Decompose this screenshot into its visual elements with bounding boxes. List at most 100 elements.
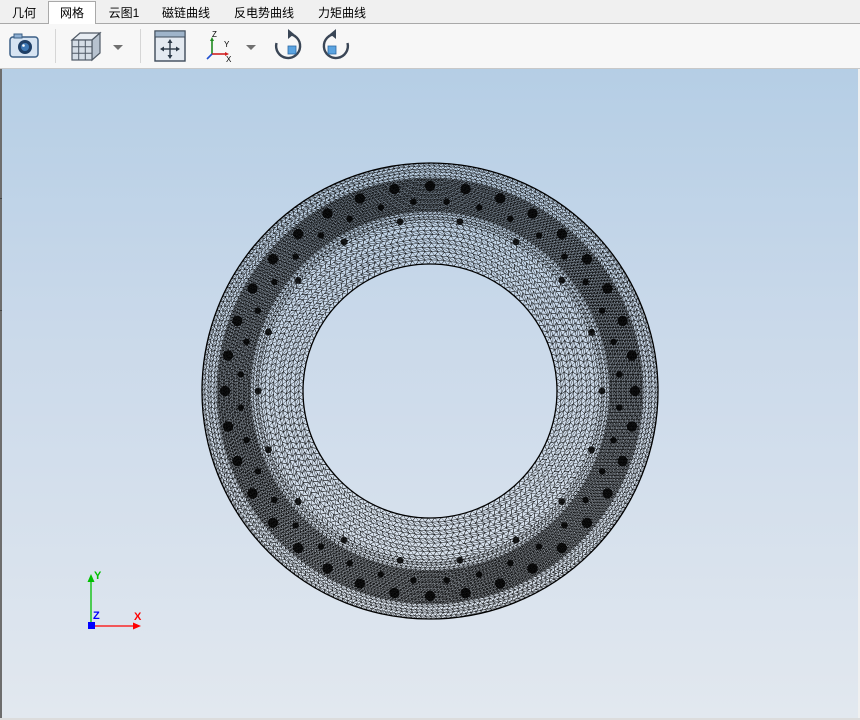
cube-view-icon <box>70 31 102 62</box>
toolbar-separator <box>55 29 56 63</box>
mesh-ring <box>252 213 608 569</box>
dense-mesh-cluster <box>219 385 231 397</box>
mesh-ring <box>242 203 618 579</box>
dense-mesh-cluster <box>535 543 543 550</box>
dense-mesh-cluster <box>389 587 400 599</box>
mesh-edges <box>277 238 583 544</box>
z-axis-label: Z <box>93 610 100 622</box>
rotate-clockwise-icon <box>274 29 302 60</box>
screenshot-button[interactable] <box>6 28 42 64</box>
mesh-ring <box>277 238 583 544</box>
rotate-counterclockwise-button[interactable] <box>318 28 354 64</box>
dense-mesh-cluster <box>294 277 302 284</box>
mesh-ring <box>273 234 587 548</box>
view-mode-dropdown[interactable] <box>112 41 124 51</box>
tab-flux-linkage-curve[interactable]: 磁链曲线 <box>154 2 218 24</box>
rotate-counterclockwise-icon <box>322 29 350 60</box>
dense-mesh-cluster <box>556 542 567 554</box>
view-toolbar: Z Y X <box>0 24 860 69</box>
dense-mesh-cluster <box>456 557 464 564</box>
dense-mesh-cluster <box>271 278 278 286</box>
dense-mesh-cluster <box>602 488 613 499</box>
dense-mesh-cluster <box>507 560 514 567</box>
dense-mesh-cluster <box>354 193 366 204</box>
dense-mesh-cluster <box>456 218 464 226</box>
x-axis-label: X <box>134 611 142 623</box>
dense-mesh-cluster <box>610 437 617 444</box>
svg-text:Y: Y <box>224 40 230 49</box>
dense-mesh-cluster <box>222 350 234 361</box>
chevron-down-icon <box>246 45 256 50</box>
mesh-ring <box>264 225 596 557</box>
annular-mesh <box>201 162 659 620</box>
dense-mesh-cluster <box>243 338 250 345</box>
dense-mesh-cluster <box>267 517 279 528</box>
inner-boundary <box>302 263 558 519</box>
tab-torque-curve[interactable]: 力矩曲线 <box>310 2 374 24</box>
dense-mesh-cluster <box>293 542 304 554</box>
dense-mesh-cluster <box>377 204 384 211</box>
dense-mesh-cluster <box>581 254 593 265</box>
dense-mesh-cluster <box>617 315 628 327</box>
dense-mesh-cluster <box>558 498 566 505</box>
mesh-edges <box>264 225 596 557</box>
dense-mesh-cluster <box>512 536 520 544</box>
dense-mesh-cluster <box>494 193 506 204</box>
dense-mesh-cluster <box>617 455 628 467</box>
dense-mesh-cluster <box>629 385 641 397</box>
mesh-ring <box>302 263 558 519</box>
mesh-edges <box>290 251 570 531</box>
mesh-edges <box>273 234 587 548</box>
dense-mesh-cluster <box>340 238 348 246</box>
dense-mesh-cluster <box>294 498 302 505</box>
mesh-ring <box>260 221 600 561</box>
dense-mesh-cluster <box>424 180 436 192</box>
dense-mesh-cluster <box>460 183 471 195</box>
dense-mesh-cluster <box>396 218 404 226</box>
dense-mesh-cluster <box>588 328 595 336</box>
tab-geometry[interactable]: 几何 <box>4 2 44 24</box>
dense-mesh-cluster <box>317 543 325 550</box>
dense-mesh-cluster <box>271 496 278 504</box>
y-axis-label: Y <box>94 570 102 582</box>
mesh-viewport[interactable]: Y X Z <box>2 69 858 718</box>
dense-mesh-cluster <box>582 496 589 504</box>
dense-mesh-cluster <box>232 455 243 467</box>
dense-mesh-cluster <box>582 278 589 286</box>
dense-mesh-cluster <box>222 421 234 432</box>
dense-mesh-cluster <box>254 468 261 475</box>
mesh-edges <box>260 221 600 561</box>
dense-mesh-cluster <box>527 208 538 219</box>
mesh-edges <box>201 162 659 620</box>
dense-mesh-cluster <box>476 571 483 578</box>
view-mode-button[interactable] <box>68 28 104 64</box>
axis-orientation-button[interactable]: Z Y X <box>202 28 238 64</box>
mesh-edges <box>252 213 608 569</box>
dense-mesh-cluster <box>410 577 417 584</box>
dense-mesh-cluster <box>507 215 514 222</box>
rotate-clockwise-button[interactable] <box>270 28 306 64</box>
mesh-edges <box>250 211 610 571</box>
dense-mesh-cluster <box>443 577 450 584</box>
chevron-down-icon <box>113 45 123 50</box>
dense-mesh-cluster <box>561 253 568 260</box>
toolbar-separator <box>140 29 141 63</box>
axis-orientation-icon: Z Y X <box>206 30 232 64</box>
tab-contour-1[interactable]: 云图1 <box>100 2 148 24</box>
mesh-edges <box>242 203 618 579</box>
mesh-edges <box>258 219 602 563</box>
dense-mesh-cluster <box>396 557 404 564</box>
fit-view-button[interactable] <box>152 28 188 64</box>
dense-mesh-cluster <box>346 560 353 567</box>
dense-mesh-cluster <box>237 404 244 411</box>
tab-mesh[interactable]: 网格 <box>48 1 96 25</box>
dense-mesh-cluster <box>626 421 638 432</box>
dense-mesh-cluster <box>561 522 568 529</box>
dense-mesh-cluster <box>254 307 261 314</box>
tab-back-emf-curve[interactable]: 反电势曲线 <box>226 2 302 24</box>
axis-orientation-dropdown[interactable] <box>245 41 257 51</box>
mesh-edges <box>298 259 562 523</box>
mesh-edges <box>286 247 574 535</box>
svg-text:Z: Z <box>212 30 217 39</box>
dense-mesh-cluster <box>340 536 348 544</box>
